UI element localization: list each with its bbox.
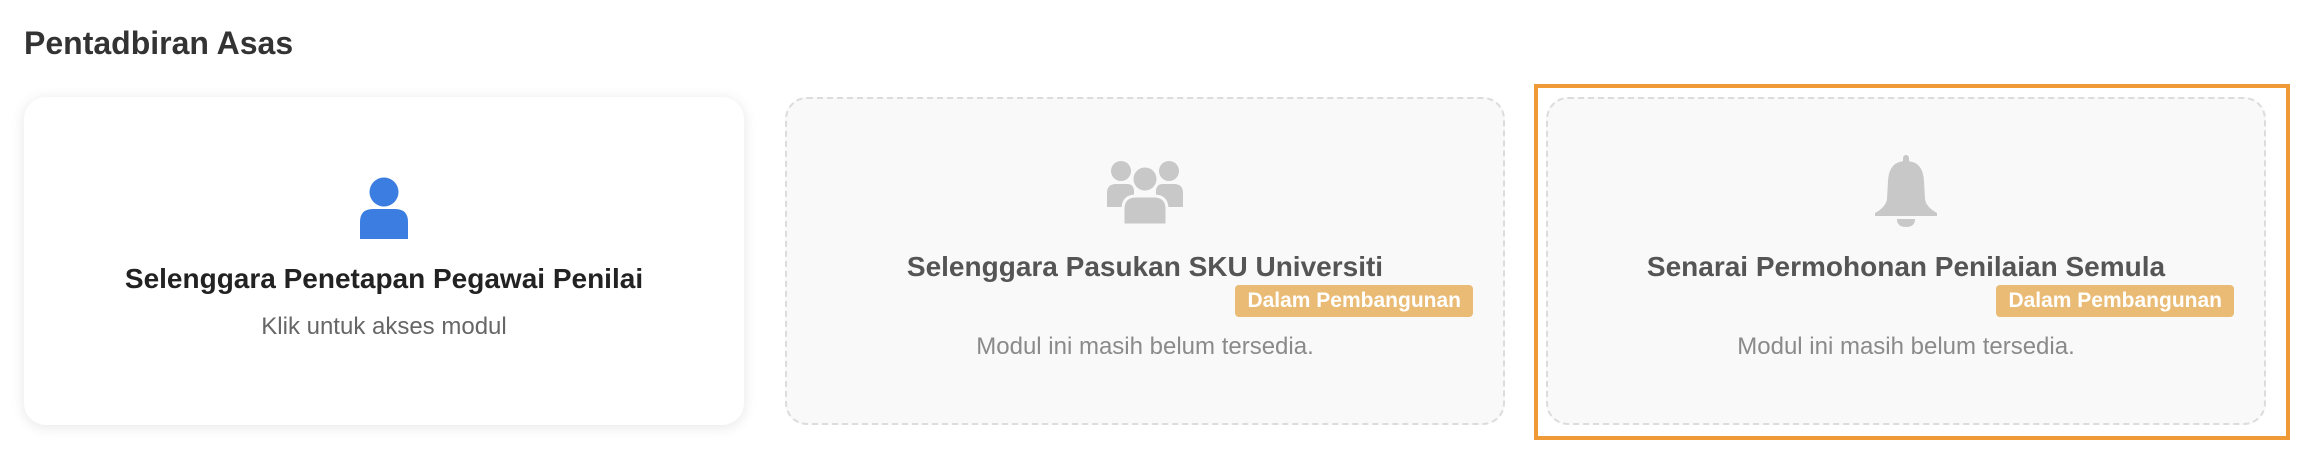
card-title: Senarai Permohonan Penilaian Semula [1646, 251, 2166, 282]
status-badge: Dalam Pembangunan [1996, 285, 2234, 317]
card-selenggara-pasukan-sku-universiti: Selenggara Pasukan SKU Universiti Dalam … [785, 97, 1505, 425]
card-title: Selenggara Pasukan SKU Universiti [906, 251, 1384, 282]
card-description: Modul ini masih belum tersedia. [976, 333, 1314, 360]
card-selenggara-penetapan-pegawai-penilai[interactable]: Selenggara Penetapan Pegawai Penilai Kli… [24, 97, 744, 425]
card-title: Selenggara Penetapan Pegawai Penilai [124, 263, 644, 294]
card-senarai-permohonan-penilaian-semula: Senarai Permohonan Penilaian Semula Dala… [1546, 97, 2266, 425]
bell-icon [1873, 155, 1939, 232]
users-group-icon [1107, 155, 1183, 230]
card-description: Klik untuk akses modul [261, 313, 507, 340]
status-badge: Dalam Pembangunan [1235, 285, 1473, 317]
section-title: Pentadbiran Asas [24, 25, 294, 61]
card-description: Modul ini masih belum tersedia. [1737, 333, 2075, 360]
user-icon [359, 177, 409, 244]
